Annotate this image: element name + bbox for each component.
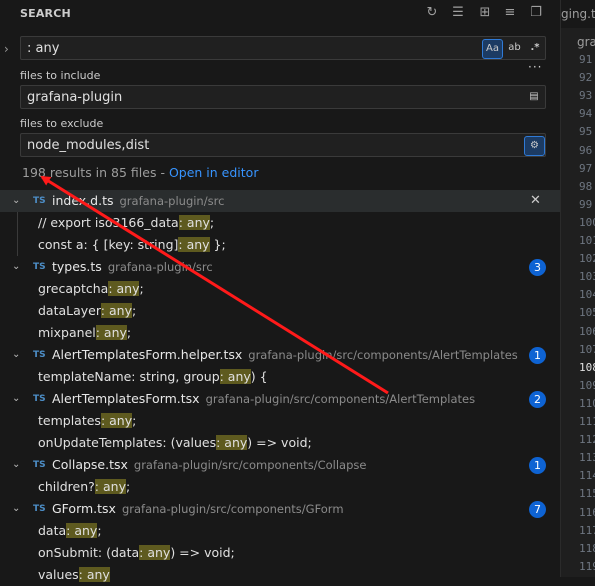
red-arrow-annotation: [40, 175, 389, 395]
annotation-overlay: [40, 175, 389, 395]
